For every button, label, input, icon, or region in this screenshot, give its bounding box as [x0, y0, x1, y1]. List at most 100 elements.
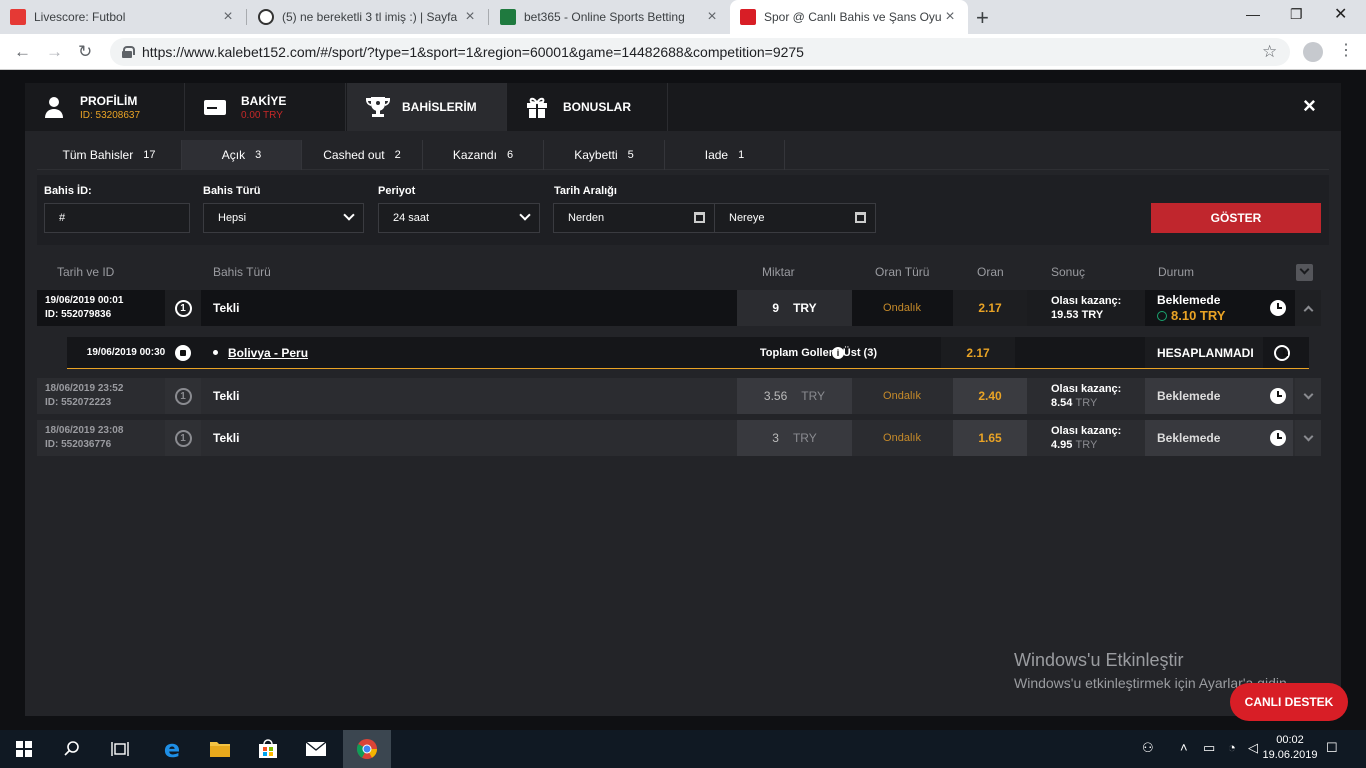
pending-clock	[1263, 378, 1293, 414]
soccer-ball-icon	[175, 344, 191, 361]
close-modal-icon[interactable]: ×	[1303, 93, 1316, 119]
taskbar-explorer[interactable]	[196, 730, 244, 768]
gift-icon	[525, 95, 549, 119]
tab-my-bets[interactable]: BAHİSLERİM	[347, 83, 507, 131]
task-view-button[interactable]	[96, 730, 144, 768]
bet-type-select[interactable]: Hepsi	[203, 203, 364, 233]
taskbar-store[interactable]	[244, 730, 292, 768]
chevron-down-icon	[519, 209, 531, 221]
user-icon	[42, 95, 66, 119]
possible-win-value: 4.95	[1051, 439, 1073, 451]
forward-arrow-icon[interactable]: →	[46, 42, 63, 62]
col-amount: Miktar	[762, 265, 795, 279]
more-menu-icon[interactable]: ⋮	[1338, 40, 1354, 60]
tab-label: Iade	[704, 148, 729, 162]
bet-status: Beklemede	[1145, 378, 1263, 414]
close-tab-icon[interactable]: ×	[462, 8, 478, 26]
notifications-icon[interactable]: ☐	[1326, 740, 1338, 756]
mail-icon	[305, 741, 327, 756]
tab-count: 17	[143, 149, 156, 161]
tab-refund[interactable]: Iade 1	[665, 140, 785, 170]
table-row[interactable]: 18/06/2019 23:08 ID: 552036776 1 Tekli 3…	[37, 420, 1321, 456]
bet-type-value: Hepsi	[218, 212, 247, 224]
number-circle-icon: 1	[174, 299, 192, 317]
amount-value: 3.56	[763, 389, 788, 403]
table-row[interactable]: 19/06/2019 00:01 ID: 552079836 1 Tekli 9…	[37, 290, 1321, 326]
tab-bonuses[interactable]: BONUSLAR	[508, 83, 668, 131]
url-input[interactable]: https://www.kalebet152.com/#/sport/?type…	[110, 38, 1290, 66]
volume-icon[interactable]: ◁	[1248, 740, 1258, 756]
bet-type: Tekli	[213, 431, 240, 445]
close-tab-icon[interactable]: ×	[942, 8, 958, 26]
wifi-icon[interactable]: ◔	[1228, 740, 1236, 755]
close-tab-icon[interactable]: ×	[220, 8, 236, 26]
bet-type: Tekli	[213, 389, 240, 403]
amount-currency: TRY	[801, 389, 826, 403]
expand-row-button[interactable]	[1295, 378, 1321, 414]
tab-title: bet365 - Online Sports Betting	[524, 10, 685, 24]
date-range-label: Tarih Aralığı	[554, 185, 617, 197]
new-tab-plus-icon[interactable]: +	[976, 5, 989, 31]
odds-value: 1.65	[953, 420, 1027, 456]
show-button[interactable]: GÖSTER	[1151, 203, 1321, 233]
tab-my-bets-label: BAHİSLERİM	[402, 100, 477, 114]
date-to-input[interactable]: Nereye	[714, 203, 876, 233]
tab-cashed-out[interactable]: Cashed out 2	[302, 140, 423, 170]
expand-row-button[interactable]	[1295, 420, 1321, 456]
search-button[interactable]	[48, 730, 96, 768]
calendar-icon	[855, 212, 866, 223]
people-icon[interactable]: ⚇	[1142, 740, 1154, 756]
bet-date-id: 18/06/2019 23:52 ID: 552072223	[37, 378, 165, 414]
live-support-button[interactable]: CANLI DESTEK	[1230, 683, 1348, 721]
browser-tab-forum[interactable]: (5) ne bereketli 3 tl imiş :) | Sayfa ×	[248, 0, 488, 34]
tab-all-bets[interactable]: Tüm Bahisler 17	[37, 140, 182, 170]
cashout-amount[interactable]: 8.10 TRY	[1157, 308, 1225, 323]
tab-profile[interactable]: PROFİLİM ID: 53208637	[25, 83, 185, 131]
bet-number: 1	[165, 420, 201, 456]
table-row[interactable]: 18/06/2019 23:52 ID: 552072223 1 Tekli 3…	[37, 378, 1321, 414]
taskbar-mail[interactable]	[292, 730, 340, 768]
possible-win-label: Olası kazanç:	[1051, 295, 1122, 307]
collapse-row-button[interactable]	[1295, 290, 1321, 326]
bookmark-star-icon[interactable]: ☆	[1262, 42, 1277, 62]
chevron-down-icon	[343, 209, 355, 221]
taskbar-chrome[interactable]	[343, 730, 391, 768]
sport-cell	[171, 337, 195, 368]
tab-open[interactable]: Açık 3	[182, 140, 302, 170]
bet-detail-row: 19/06/2019 00:30 Bolivya - Peru Toplam G…	[67, 337, 1309, 369]
bet-id-input[interactable]: #	[44, 203, 190, 233]
profile-avatar-icon[interactable]	[1303, 42, 1323, 62]
back-arrow-icon[interactable]: ←	[14, 42, 31, 62]
close-tab-icon[interactable]: ×	[704, 8, 720, 26]
browser-tab-bet365[interactable]: bet365 - Online Sports Betting ×	[490, 0, 730, 34]
browser-tab-livescore[interactable]: Livescore: Futbol ×	[0, 0, 246, 34]
period-select[interactable]: 24 saat	[378, 203, 540, 233]
start-button[interactable]	[0, 730, 48, 768]
col-odds: Oran	[977, 265, 1004, 279]
date-from-input[interactable]: Nerden	[553, 203, 715, 233]
tab-won[interactable]: Kazandı 6	[423, 140, 544, 170]
market-info[interactable]: i	[823, 337, 853, 368]
browser-tab-kalebet[interactable]: Spor @ Canlı Bahis ve Şans Oyunl ×	[730, 0, 968, 34]
tab-balance[interactable]: BAKİYE 0.00 TRY	[186, 83, 346, 131]
bullet-icon	[213, 350, 218, 355]
col-status: Durum	[1158, 265, 1195, 279]
possible-win-currency: TRY	[1075, 439, 1098, 451]
restore-icon[interactable]: ❐	[1290, 6, 1303, 23]
close-window-icon[interactable]: ✕	[1334, 4, 1347, 24]
possible-win-value: 19.53 TRY	[1051, 309, 1104, 321]
reload-icon[interactable]: ↻	[78, 42, 92, 62]
chevron-up-tray-icon[interactable]: ˄	[1180, 740, 1188, 755]
taskbar-edge[interactable]: e	[148, 730, 196, 768]
bet-date: 18/06/2019 23:52	[45, 383, 124, 394]
minimize-icon[interactable]: —	[1246, 6, 1260, 22]
tab-title: Livescore: Futbol	[34, 10, 126, 24]
battery-icon[interactable]: ▭	[1203, 740, 1215, 756]
tab-lost[interactable]: Kaybetti 5	[544, 140, 665, 170]
tab-label: Açık	[221, 148, 246, 162]
system-clock[interactable]: 00:02 19.06.2019	[1260, 733, 1320, 763]
expand-all-icon[interactable]	[1296, 264, 1313, 281]
tab-count: 2	[394, 149, 401, 161]
match-link[interactable]: Bolivya - Peru	[228, 346, 308, 360]
livescore-favicon-icon	[10, 9, 26, 25]
